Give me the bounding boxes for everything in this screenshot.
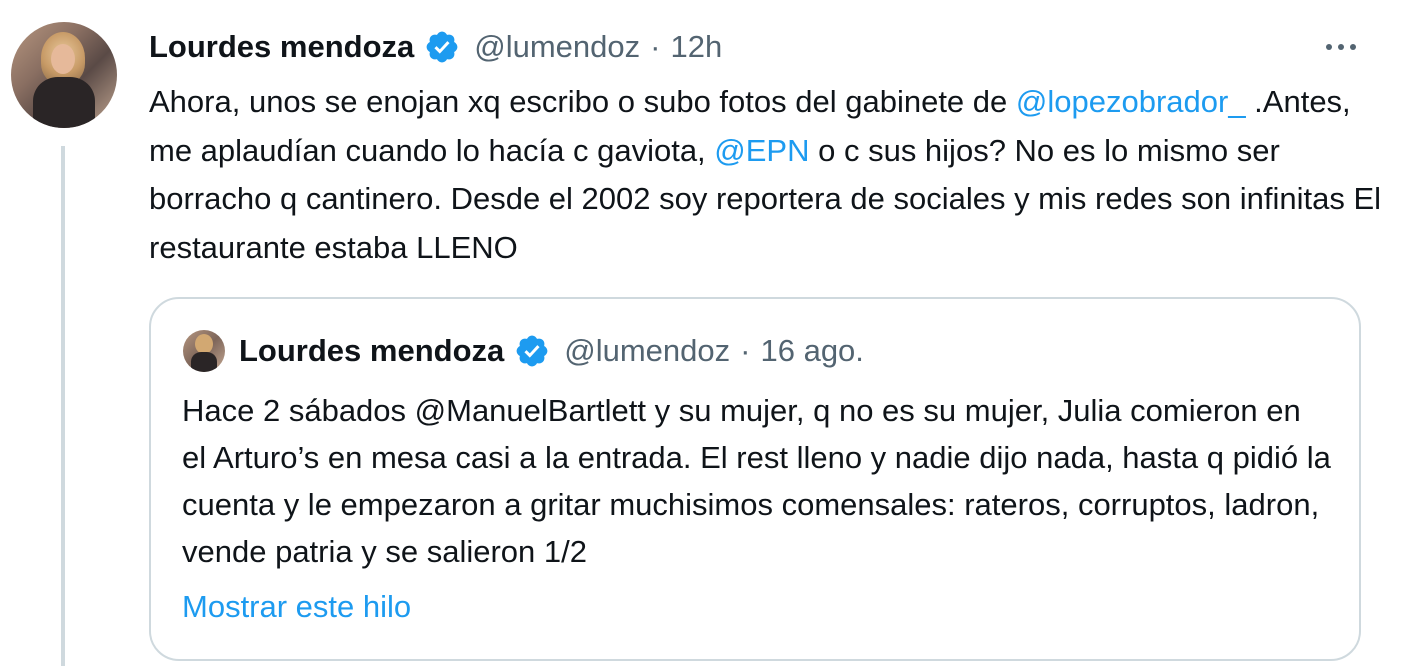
tweet-timestamp[interactable]: 12h [670,29,722,65]
mention-link[interactable]: @lopezobrador_ [1016,84,1246,119]
quoted-avatar [183,330,225,372]
verified-badge-icon [426,31,458,63]
quoted-tweet-timestamp: 16 ago. [760,333,864,368]
avatar[interactable] [11,22,117,128]
mention-link[interactable]: @EPN [714,133,809,168]
tweet-text: Ahora, unos se enojan xq escribo o subo … [149,78,1389,272]
quoted-author-name: Lourdes mendoza [239,333,505,368]
tweet[interactable]: Lourdes mendoza @lumendoz · 12h Ahora, u… [0,0,1422,666]
quoted-tweet-text: Hace 2 sábados @ManuelBartlett y su muje… [182,393,1331,569]
separator-dot: · [740,333,751,368]
show-thread-link[interactable]: Mostrar este hilo [182,589,411,625]
verified-badge-icon [516,335,548,367]
more-options-icon[interactable] [1318,30,1364,64]
author-name[interactable]: Lourdes mendoza [149,29,414,65]
tweet-header: Lourdes mendoza @lumendoz · 12h [149,26,722,68]
author-handle[interactable]: @lumendoz [474,29,640,65]
quoted-tweet-card[interactable]: Lourdes mendoza @lumendoz · 16 ago. Hace… [149,297,1361,661]
quoted-tweet-header: Lourdes mendoza @lumendoz · 16 ago. [239,329,864,373]
quoted-author-handle: @lumendoz [564,333,731,368]
tweet-text-part: Ahora, unos se enojan xq escribo o subo … [149,84,1016,119]
thread-connector-line [61,146,65,666]
separator-dot: · [650,29,661,64]
